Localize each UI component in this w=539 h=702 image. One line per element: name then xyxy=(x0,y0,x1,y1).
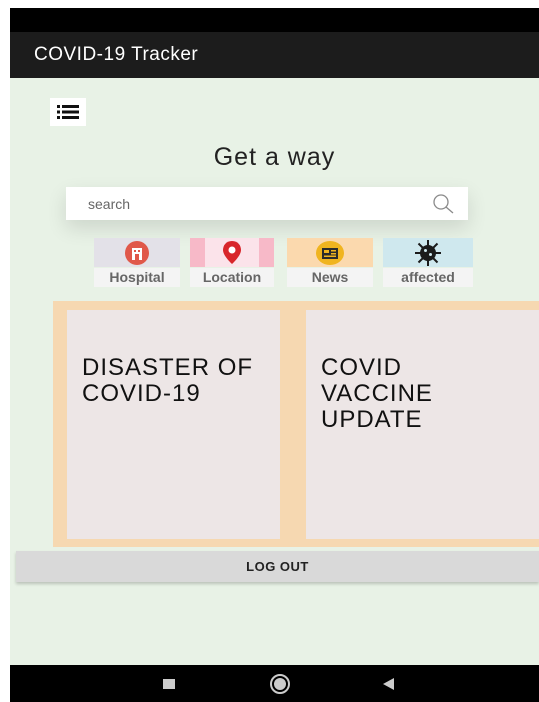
search-bar xyxy=(66,187,468,220)
recent-apps-button[interactable] xyxy=(149,665,189,702)
hospital-thumbnail xyxy=(94,238,180,267)
category-label: affected xyxy=(383,268,473,287)
phone-screen: COVID-19 Tracker Get a way search Hospit… xyxy=(10,8,539,702)
category-hospital[interactable]: Hospital xyxy=(94,238,180,287)
news-icon xyxy=(316,240,344,265)
category-affected[interactable]: affected xyxy=(383,238,473,287)
category-location[interactable]: Location xyxy=(190,238,274,287)
affected-thumbnail xyxy=(383,238,473,267)
app-title: COVID-19 Tracker xyxy=(34,44,199,65)
home-circle-icon xyxy=(270,673,290,694)
page-heading: Get a way xyxy=(213,143,336,171)
news-card-title: COVID VACCINE UPDATE xyxy=(321,354,433,433)
category-label: Location xyxy=(190,268,274,287)
location-pin-icon xyxy=(223,240,241,264)
news-cards-carousel[interactable]: DISASTER OF COVID-19 COVID VACCINE UPDAT… xyxy=(53,301,539,547)
status-bar xyxy=(10,8,539,32)
list-menu-icon xyxy=(57,105,79,119)
system-nav-bar xyxy=(10,665,539,702)
hospital-icon xyxy=(125,240,149,265)
news-thumbnail xyxy=(287,238,373,267)
recents-square-icon xyxy=(163,678,175,689)
menu-button[interactable] xyxy=(50,98,86,126)
search-input[interactable] xyxy=(66,187,426,220)
category-label: News xyxy=(287,268,373,287)
news-card-title: DISASTER OF COVID-19 xyxy=(82,354,254,407)
logout-button[interactable]: LOG OUT xyxy=(16,551,539,582)
location-thumbnail xyxy=(190,238,274,267)
news-card[interactable]: DISASTER OF COVID-19 xyxy=(67,310,280,539)
category-label: Hospital xyxy=(94,268,180,287)
news-card[interactable]: COVID VACCINE UPDATE xyxy=(306,310,539,539)
category-news[interactable]: News xyxy=(287,238,373,287)
app-bar: COVID-19 Tracker xyxy=(10,32,539,78)
virus-icon xyxy=(415,239,441,266)
home-button[interactable] xyxy=(260,665,300,702)
back-triangle-icon xyxy=(383,677,394,690)
back-button[interactable] xyxy=(368,665,408,702)
search-icon[interactable] xyxy=(432,193,454,215)
